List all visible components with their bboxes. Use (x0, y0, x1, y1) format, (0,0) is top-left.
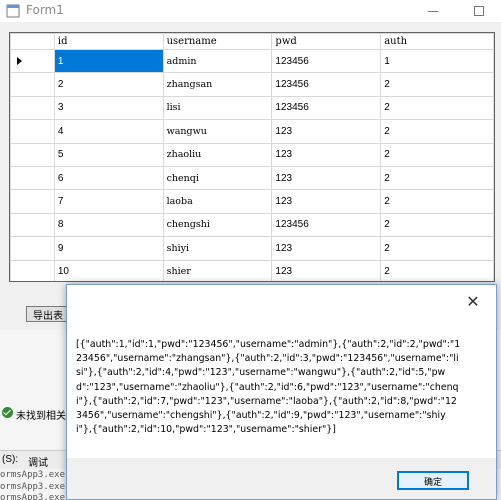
grid-cell-auth[interactable]: 2 (380, 72, 494, 97)
grid-cell-pwd[interactable]: 123 (271, 142, 382, 167)
grid-cell-id[interactable]: 8 (53, 212, 164, 238)
grid-cell-auth[interactable]: 2 (380, 119, 494, 144)
table-row[interactable]: 1 admin 123456 1 (10, 48, 494, 74)
grid-cell-pwd[interactable]: 123 (271, 165, 382, 191)
table-row[interactable]: 3 lisi 123456 2 (10, 95, 494, 121)
grid-cell-id[interactable]: 1 (53, 48, 164, 74)
grid-header-row: id username pwd auth (10, 33, 494, 50)
grid-cell-username[interactable]: lisi (162, 95, 273, 121)
table-row[interactable]: 7 laoba 123 2 (10, 189, 494, 214)
grid-cell-pwd[interactable]: 123 (271, 119, 382, 144)
grid-cell-username[interactable]: admin (162, 48, 273, 74)
table-row[interactable]: 9 shiyi 123 2 (10, 236, 494, 261)
grid-cell-pwd[interactable]: 123456 (271, 48, 382, 74)
row-header[interactable] (10, 189, 55, 214)
grid-cell-username[interactable]: zhaoliu (162, 142, 273, 167)
grid-cell-id[interactable]: 5 (53, 142, 164, 167)
data-grid-view[interactable]: id username pwd auth 1 admin 123456 1 2 zhang… (9, 32, 495, 282)
panel-label: (S): (2, 454, 19, 465)
grid-cell-auth[interactable]: 2 (380, 95, 494, 121)
table-row[interactable]: 2 zhangsan 123456 2 (10, 72, 494, 97)
grid-cell-pwd[interactable]: 123 (271, 259, 382, 281)
column-header-username[interactable]: username (162, 33, 273, 50)
grid-cell-username[interactable]: wangwu (162, 119, 273, 144)
window-title: Form1 (26, 3, 64, 17)
grid-corner-cell[interactable] (10, 33, 55, 50)
table-row[interactable]: 5 zhaoliu 123 2 (10, 142, 494, 167)
app-icon (6, 4, 20, 18)
column-header-pwd[interactable]: pwd (271, 33, 382, 50)
grid-cell-id[interactable]: 7 (53, 189, 164, 214)
message-box-dialog: ✕ [{"auth":1,"id":1,"pwd":"123456","user… (66, 284, 497, 500)
grid-cell-pwd[interactable]: 123456 (271, 95, 382, 121)
grid-cell-id[interactable]: 2 (53, 72, 164, 97)
grid-cell-auth[interactable]: 2 (380, 142, 494, 167)
grid-cell-auth[interactable]: 2 (380, 165, 494, 191)
grid-cell-id[interactable]: 3 (53, 95, 164, 121)
row-header[interactable] (10, 165, 55, 191)
row-header[interactable] (10, 48, 55, 74)
row-header[interactable] (10, 95, 55, 121)
message-text: [{"auth":1,"id":1,"pwd":"123456","userna… (76, 339, 461, 436)
row-header[interactable] (10, 236, 55, 261)
grid-cell-pwd[interactable]: 123 (271, 189, 382, 214)
dialog-footer: 确定 (67, 458, 496, 499)
close-icon[interactable]: ✕ (462, 291, 484, 313)
status-text: 未找到相关 (16, 411, 66, 422)
grid-cell-username[interactable]: shier (162, 259, 273, 281)
table-row[interactable]: 10 shier 123 2 (10, 259, 494, 281)
form-window: Form1 id username pwd auth 1 admin 123456 1… (0, 0, 501, 330)
grid-cell-auth[interactable]: 2 (380, 236, 494, 261)
grid-cell-auth[interactable]: 1 (380, 48, 494, 74)
column-header-id[interactable]: id (53, 33, 164, 50)
grid-cell-id[interactable]: 9 (53, 236, 164, 261)
output-line: ormsApp3.exe (0, 493, 66, 500)
row-header[interactable] (10, 119, 55, 144)
ok-button[interactable]: 确定 (397, 471, 469, 490)
export-button[interactable]: 导出表 (26, 306, 70, 322)
grid-cell-id[interactable]: 10 (53, 259, 164, 281)
minimize-button[interactable] (410, 0, 456, 22)
grid-cell-username[interactable]: shiyi (162, 236, 273, 261)
check-circle-icon (2, 407, 13, 418)
table-row[interactable]: 4 wangwu 123 2 (10, 119, 494, 144)
grid-table: id username pwd auth 1 admin 123456 1 2 zhang… (10, 33, 494, 281)
row-header[interactable] (10, 142, 55, 167)
grid-cell-id[interactable]: 6 (53, 165, 164, 191)
grid-cell-username[interactable]: zhangsan (162, 72, 273, 97)
grid-cell-pwd[interactable]: 123 (271, 236, 382, 261)
grid-cell-username[interactable]: chengshi (162, 212, 273, 238)
grid-cell-id[interactable]: 4 (53, 119, 164, 144)
current-row-arrow-icon (17, 57, 22, 65)
maximize-button[interactable] (455, 0, 501, 22)
row-header[interactable] (10, 259, 55, 281)
grid-cell-auth[interactable]: 2 (380, 259, 494, 281)
title-bar[interactable]: Form1 (0, 0, 501, 22)
row-header[interactable] (10, 212, 55, 238)
grid-cell-auth[interactable]: 2 (380, 189, 494, 214)
output-line: ormsApp3.exe (0, 470, 66, 480)
grid-cell-username[interactable]: chenqi (162, 165, 273, 191)
tab-debug[interactable]: 调试 (28, 454, 48, 469)
grid-cell-auth[interactable]: 2 (380, 212, 494, 238)
row-header[interactable] (10, 72, 55, 97)
table-row[interactable]: 6 chenqi 123 2 (10, 165, 494, 191)
column-header-auth[interactable]: auth (380, 33, 494, 50)
table-row[interactable]: 8 chengshi 123456 2 (10, 212, 494, 238)
output-line: ormsApp3.exe (0, 482, 66, 492)
grid-cell-pwd[interactable]: 123456 (271, 72, 382, 97)
grid-cell-username[interactable]: laoba (162, 189, 273, 214)
grid-cell-pwd[interactable]: 123456 (271, 212, 382, 238)
